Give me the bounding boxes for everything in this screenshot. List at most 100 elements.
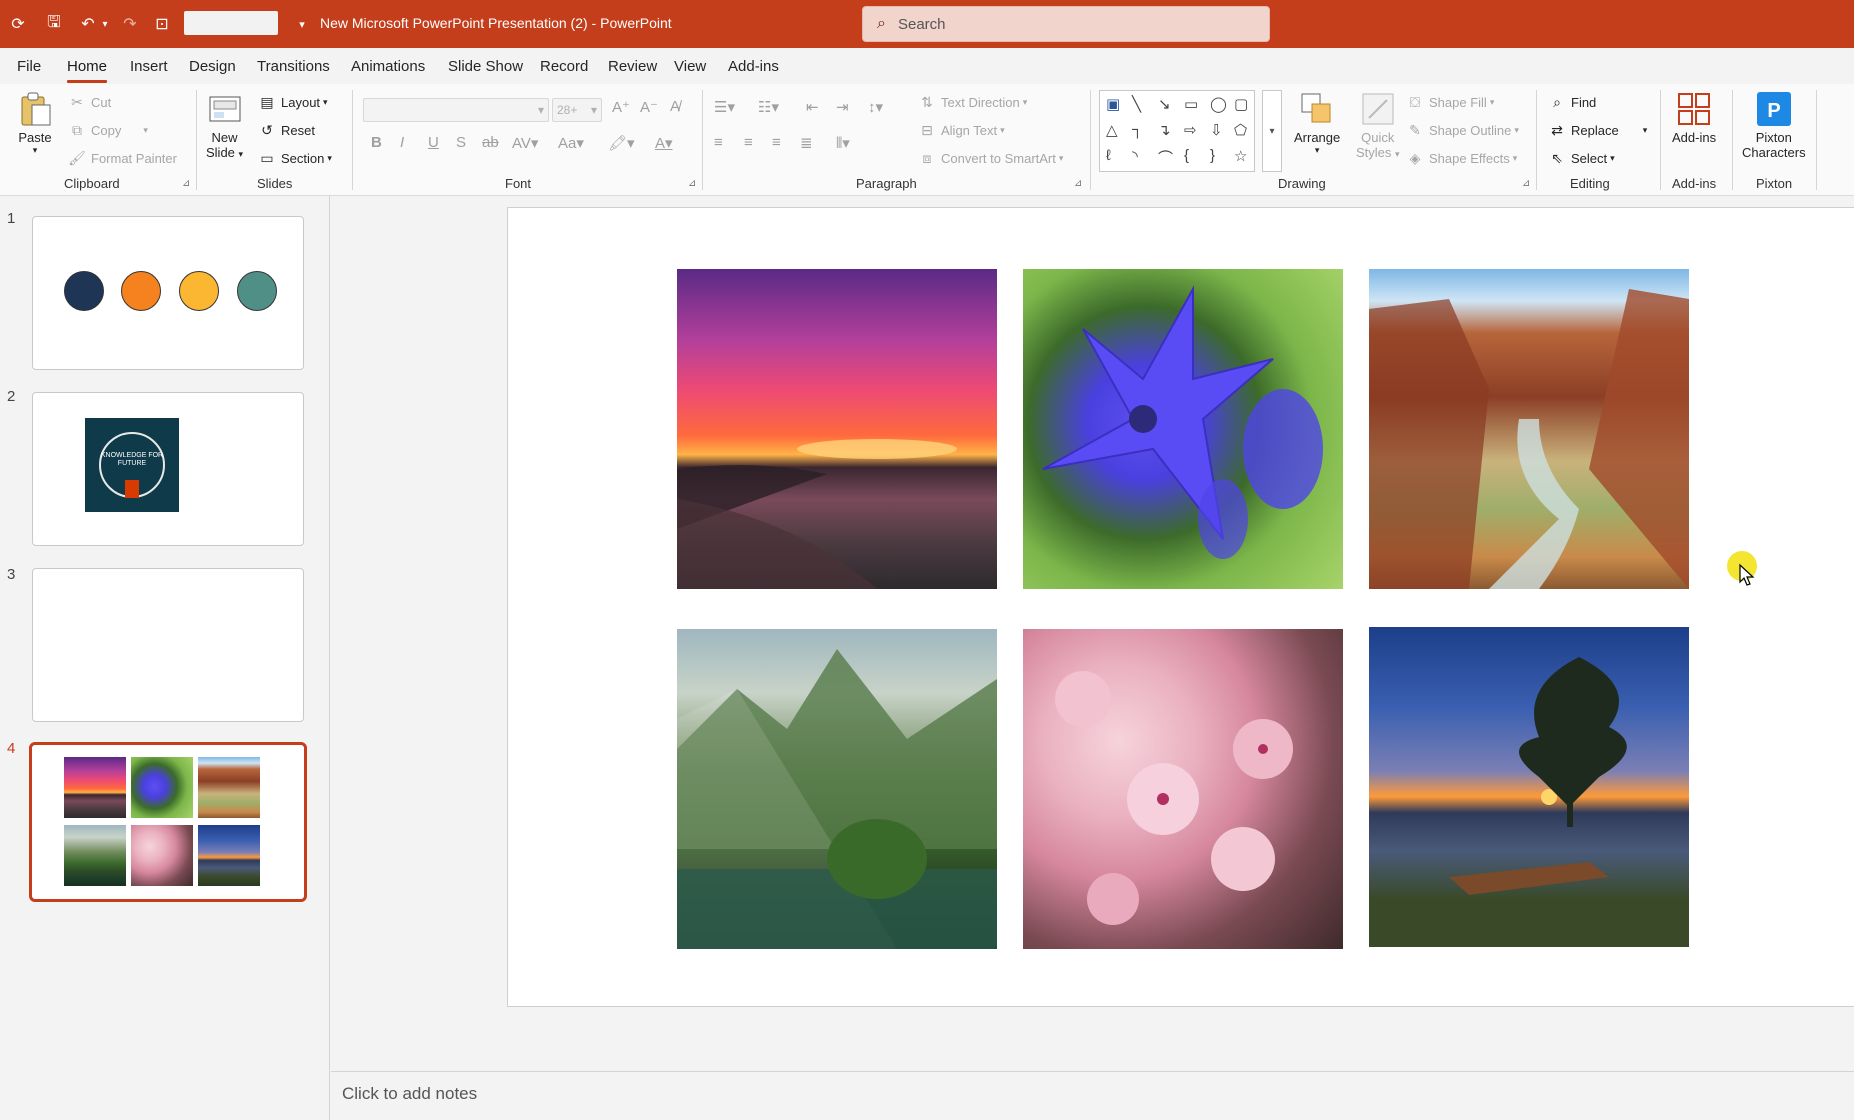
tab-record[interactable]: Record	[540, 58, 588, 75]
slide-thumbnail-4-selected[interactable]	[29, 742, 307, 902]
align-left-icon[interactable]: ≡	[714, 134, 723, 151]
pixton-characters-button[interactable]: P Pixton Characters	[1742, 92, 1806, 160]
lake-sunset-tree-image[interactable]	[1369, 627, 1689, 947]
change-case-icon[interactable]: Aa▾	[558, 134, 584, 152]
columns-icon[interactable]: ⫴▾	[836, 134, 850, 152]
align-right-icon[interactable]: ≡	[772, 134, 781, 151]
find-button[interactable]: ⌕ Find	[1548, 94, 1596, 111]
add-ins-button[interactable]: Add-ins	[1672, 92, 1716, 145]
line-shape-icon[interactable]: ╲	[1132, 95, 1141, 113]
redo-icon[interactable]: ↷	[118, 12, 142, 36]
left-brace-shape-icon[interactable]: {	[1184, 147, 1189, 164]
oval-shape-icon[interactable]: ◯	[1210, 95, 1227, 113]
quick-styles-button[interactable]: Quick Styles ▾	[1356, 92, 1400, 160]
shape-outline-button[interactable]: ✎ Shape Outline ▾	[1406, 122, 1519, 139]
present-icon[interactable]: ⊡	[150, 12, 174, 36]
curve-shape-icon[interactable]: ⌒	[1158, 147, 1173, 168]
shapes-more-icon[interactable]: ▾	[1262, 90, 1282, 172]
slide-thumbnail-3[interactable]	[32, 568, 304, 722]
slide-thumbnail-2[interactable]: KNOWLEDGE FOR FUTURE	[32, 392, 304, 546]
section-button[interactable]: ▭ Section ▾	[258, 150, 332, 167]
copy-button[interactable]: ⧉ Copy ▾	[68, 122, 148, 139]
numbering-icon[interactable]: ☷▾	[758, 98, 779, 116]
paragraph-launcher-icon[interactable]: ⊿	[1074, 178, 1082, 189]
mountain-lake-image[interactable]	[677, 629, 997, 949]
line-spacing-icon[interactable]: ↕▾	[868, 98, 883, 116]
shape-effects-button[interactable]: ◈ Shape Effects ▾	[1406, 150, 1518, 167]
italic-icon[interactable]: I	[400, 134, 404, 151]
sunset-beach-image[interactable]	[677, 269, 997, 589]
clear-formatting-icon[interactable]: A̸	[670, 98, 680, 115]
tab-add-ins[interactable]: Add-ins	[728, 58, 779, 75]
right-arrow-shape-icon[interactable]: ⇨	[1184, 121, 1197, 139]
reset-button[interactable]: ↺ Reset	[258, 122, 315, 139]
highlight-color-icon[interactable]: 🖍▾	[608, 134, 635, 152]
rounded-rectangle-shape-icon[interactable]: ▢	[1234, 95, 1248, 113]
convert-smartart-button[interactable]: ⧈ Convert to SmartArt ▾	[918, 150, 1064, 167]
increase-indent-icon[interactable]: ⇥	[836, 98, 849, 116]
bold-icon[interactable]: B	[371, 134, 382, 151]
text-shadow-icon[interactable]: S	[456, 134, 466, 151]
format-painter-button[interactable]: 🖌 Format Painter	[68, 150, 177, 167]
grow-font-icon[interactable]: A⁺	[612, 98, 630, 116]
autosave-icon[interactable]: ⟳	[6, 12, 30, 36]
font-launcher-icon[interactable]: ⊿	[688, 178, 696, 189]
underline-icon[interactable]: U	[428, 134, 439, 151]
paste-button[interactable]: Paste ▾	[18, 92, 52, 156]
rectangle-shape-icon[interactable]: ▭	[1184, 95, 1198, 113]
tab-transitions[interactable]: Transitions	[257, 58, 330, 75]
drawing-launcher-icon[interactable]: ⊿	[1522, 178, 1530, 189]
cut-button[interactable]: ✂ Cut	[68, 94, 111, 111]
quick-font-box[interactable]	[184, 11, 278, 35]
tab-view[interactable]: View	[674, 58, 706, 75]
freeform-shape-icon[interactable]: ℓ	[1106, 147, 1111, 164]
tab-insert[interactable]: Insert	[130, 58, 168, 75]
arrow-line-shape-icon[interactable]: ↘	[1158, 95, 1171, 113]
blue-flower-image[interactable]	[1023, 269, 1343, 589]
arc-shape-icon[interactable]: ◝	[1132, 147, 1138, 165]
right-brace-shape-icon[interactable]: }	[1210, 147, 1215, 164]
align-center-icon[interactable]: ≡	[744, 134, 753, 151]
font-color-icon[interactable]: A▾	[655, 134, 673, 152]
triangle-shape-icon[interactable]: △	[1106, 121, 1118, 139]
decrease-indent-icon[interactable]: ⇤	[806, 98, 819, 116]
pentagon-shape-icon[interactable]: ⬠	[1234, 121, 1247, 139]
customize-toolbar-icon[interactable]: ▾	[290, 12, 314, 36]
text-box-shape-icon[interactable]: ▣	[1106, 95, 1120, 113]
tab-slide-show[interactable]: Slide Show	[448, 58, 523, 75]
select-button[interactable]: ⇖ Select ▾	[1548, 150, 1615, 167]
undo-dropdown-icon[interactable]: ▾	[98, 12, 112, 36]
shape-fill-button[interactable]: ⛋ Shape Fill ▾	[1406, 94, 1495, 111]
font-size-combo[interactable]: 28+ ▾	[552, 98, 602, 122]
elbow-arrow-shape-icon[interactable]: ↴	[1158, 121, 1171, 139]
replace-button[interactable]: ⇄ Replace ▾	[1548, 122, 1647, 139]
save-icon[interactable]: 🖫	[42, 12, 66, 36]
strikethrough-icon[interactable]: ab	[482, 134, 499, 151]
undo-icon[interactable]: ↶	[76, 12, 100, 36]
shapes-gallery[interactable]: ▣ ╲ ↘ ▭ ◯ ▢ △ ┐ ↴ ⇨ ⇩ ⬠ ℓ ◝ ⌒ { } ☆	[1099, 90, 1255, 172]
star-shape-icon[interactable]: ☆	[1234, 147, 1247, 165]
slide-thumbnail-1[interactable]	[32, 216, 304, 370]
align-text-button[interactable]: ⊟ Align Text ▾	[918, 122, 1005, 139]
tab-review[interactable]: Review	[608, 58, 657, 75]
elbow-connector-shape-icon[interactable]: ┐	[1132, 121, 1143, 138]
clipboard-launcher-icon[interactable]: ⊿	[182, 178, 190, 189]
shrink-font-icon[interactable]: A⁻	[640, 98, 658, 116]
bullets-icon[interactable]: ☰▾	[714, 98, 735, 116]
cherry-blossom-image[interactable]	[1023, 629, 1343, 949]
down-arrow-shape-icon[interactable]: ⇩	[1210, 121, 1223, 139]
font-name-combo[interactable]: ▾	[363, 98, 549, 122]
current-slide[interactable]	[507, 207, 1854, 1007]
arrange-button[interactable]: Arrange ▾	[1294, 92, 1340, 156]
tab-file[interactable]: File	[17, 58, 41, 75]
new-slide-button[interactable]: New Slide ▾	[206, 92, 243, 160]
tab-animations[interactable]: Animations	[351, 58, 425, 75]
tab-design[interactable]: Design	[189, 58, 236, 75]
canyon-river-image[interactable]	[1369, 269, 1689, 589]
character-spacing-icon[interactable]: AV▾	[512, 134, 538, 152]
justify-icon[interactable]: ≣	[800, 134, 813, 152]
text-direction-button[interactable]: ⇅ Text Direction ▾	[918, 94, 1027, 111]
search-box[interactable]: ⌕ Search	[862, 6, 1270, 42]
layout-button[interactable]: ▤ Layout ▾	[258, 94, 327, 111]
notes-pane[interactable]: Click to add notes	[331, 1071, 1854, 1120]
